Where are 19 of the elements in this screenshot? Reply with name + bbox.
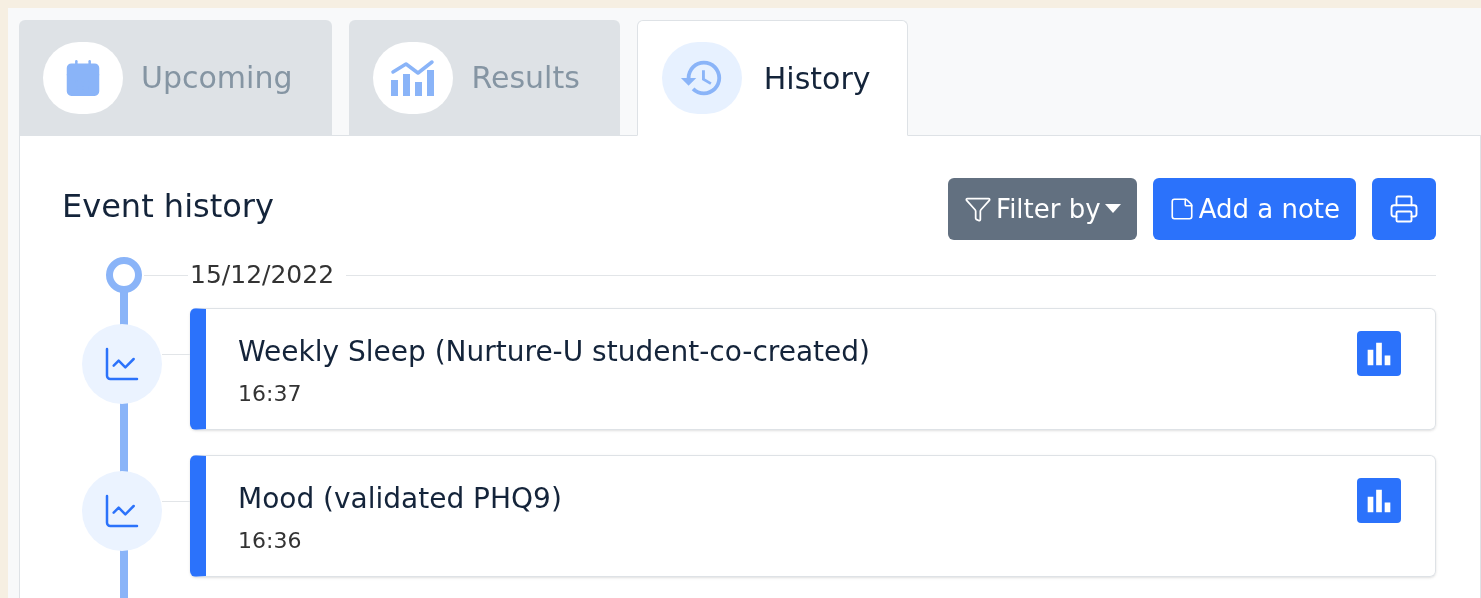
- date-label: 15/12/2022: [190, 259, 336, 292]
- event-title: Mood (validated PHQ9): [238, 481, 562, 517]
- event-title: Weekly Sleep (Nurture-U student-co-created): [238, 334, 870, 370]
- timeline-node-icon: [106, 257, 142, 293]
- panel-title: Event history: [62, 186, 274, 227]
- print-icon: [1389, 194, 1419, 224]
- tab[interactable]: History: [636, 20, 908, 136]
- note-icon: [1168, 196, 1195, 222]
- add-note-button[interactable]: Add a note: [1152, 178, 1356, 240]
- tab[interactable]: Results: [349, 20, 620, 135]
- print-button[interactable]: [1372, 178, 1436, 240]
- caret-icon: [1104, 204, 1121, 214]
- event-time: 16:36: [238, 527, 303, 555]
- results-chart-button[interactable]: [1357, 331, 1401, 376]
- tab[interactable]: Upcoming: [19, 20, 333, 135]
- filter-icon: [964, 195, 993, 223]
- filter-button[interactable]: Filter by: [948, 178, 1137, 240]
- event-time: 16:37: [238, 380, 303, 408]
- results-chart-button[interactable]: [1357, 478, 1401, 523]
